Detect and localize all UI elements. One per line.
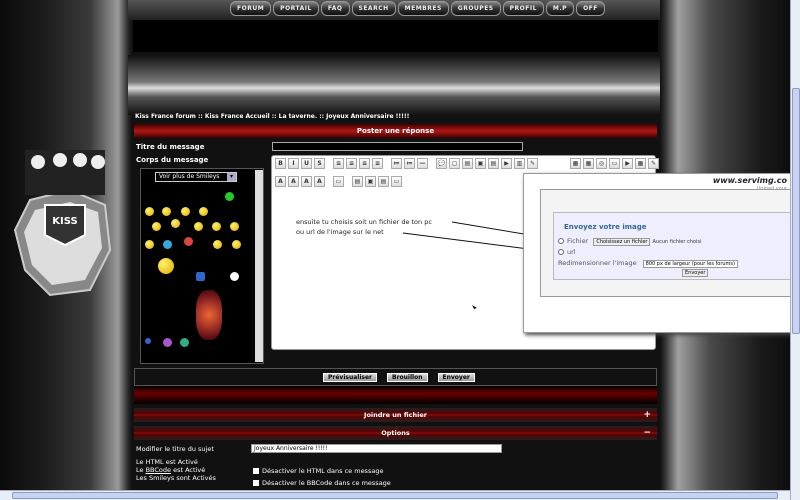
hscroll-thumb[interactable] (12, 492, 778, 499)
collapse-icon[interactable]: − (643, 426, 651, 440)
bbcode-suffix: est Activé (171, 466, 206, 474)
radio-file[interactable] (558, 238, 564, 244)
servimg-logo: www.servimg.co (712, 176, 787, 185)
expand-icon[interactable]: + (643, 408, 651, 422)
send-button[interactable]: Envoyer (437, 373, 475, 382)
disable-bbcode-checkbox[interactable] (253, 480, 259, 486)
page-horizontal-scrollbar[interactable] (0, 490, 790, 500)
resize-select[interactable]: 800 px de largeur (pour les forums) (642, 260, 738, 268)
disable-html-checkbox[interactable] (253, 468, 259, 474)
servimg-form: Envoyez votre image Fichier Choisissez u… (540, 189, 793, 297)
preview-button[interactable]: Prévisualiser (323, 373, 377, 382)
scroll-thumb[interactable] (792, 88, 800, 334)
servimg-upload-box: Envoyez votre image Fichier Choisissez u… (553, 212, 793, 280)
options-title: Options (381, 429, 410, 437)
smileys-status: Les Smileys sont Activés (136, 474, 216, 482)
disable-html-option[interactable]: Désactiver le HTML dans ce message (253, 467, 383, 475)
radio-url[interactable] (558, 249, 564, 255)
disable-bbcode-label: Désactiver le BBCode dans ce message (262, 479, 391, 487)
resize-label: Redimensionner l'image (558, 259, 637, 267)
disable-html-label: Désactiver le HTML dans ce message (262, 467, 384, 475)
bbcode-prefix: Le (136, 466, 146, 474)
upload-send-button[interactable]: Envoyer (682, 269, 709, 277)
page-vertical-scrollbar[interactable] (790, 0, 800, 500)
upload-title: Envoyez votre image (564, 223, 647, 231)
attach-title: Joindre un fichier (364, 411, 427, 419)
no-file-text: Aucun fichier choisi (652, 239, 702, 245)
servimg-popup: www.servimg.co Upload your Envoyez votre… (523, 173, 793, 333)
draft-button[interactable]: Brouillon (387, 373, 428, 382)
disable-bbcode-option[interactable]: Désactiver le BBCode dans ce message (253, 479, 391, 487)
bbcode-status: Le BBCode est Activé (136, 466, 205, 474)
action-buttons: Prévisualiser Brouillon Envoyer (323, 373, 475, 382)
radio-url-label: url (567, 248, 576, 256)
subject-label: Modifier le titre du sujet (136, 445, 214, 453)
html-status: Le HTML est Activé (136, 458, 198, 466)
radio-file-label: Fichier (567, 237, 589, 245)
choose-file-button[interactable]: Choisissez un fichier (593, 238, 651, 246)
attach-section-header[interactable]: Joindre un fichier + (134, 408, 657, 422)
separator-band (134, 386, 657, 404)
bbcode-link[interactable]: BBCode (146, 466, 171, 474)
options-section-header[interactable]: Options − (134, 426, 657, 440)
subject-input[interactable]: Joyeux Anniversaire !!!!! (251, 444, 502, 453)
